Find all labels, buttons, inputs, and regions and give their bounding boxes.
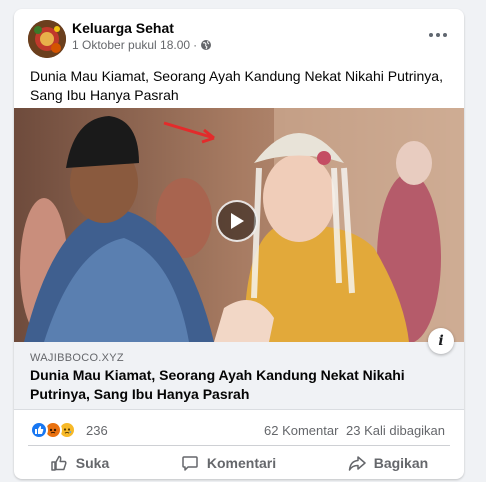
comment-label: Komentari [206, 455, 277, 471]
link-domain: WAJIBBOCO.XYZ [30, 352, 124, 364]
engagement-stats: 236 62 Komentar 23 Kali dibagikan [14, 419, 464, 441]
meta-separator: · [193, 38, 198, 52]
actions-divider [28, 445, 450, 446]
like-icon [30, 421, 48, 439]
post-meta: 1 Oktober pukul 18.00 · [72, 38, 212, 52]
like-label: Suka [75, 455, 110, 471]
page-avatar[interactable] [28, 20, 66, 58]
globe-icon [201, 40, 212, 50]
like-button[interactable]: Suka [40, 451, 119, 475]
page-name[interactable]: Keluarga Sehat [72, 20, 174, 36]
comment-icon [182, 456, 198, 471]
link-title[interactable]: Dunia Mau Kiamat, Seorang Ayah Kandung N… [30, 366, 440, 404]
play-button[interactable] [216, 200, 258, 242]
share-button[interactable]: Bagikan [338, 451, 438, 475]
link-preview[interactable]: WAJIBBOCO.XYZ Dunia Mau Kiamat, Seorang … [14, 328, 464, 410]
share-icon [348, 456, 366, 471]
post-timestamp[interactable]: 1 Oktober pukul 18.00 [72, 38, 190, 52]
dot-icon [436, 33, 440, 37]
post-media[interactable] [14, 108, 464, 342]
dot-icon [429, 33, 433, 37]
reaction-count[interactable]: 236 [86, 423, 108, 438]
play-icon [231, 213, 244, 229]
avatar-image [28, 20, 66, 58]
more-options-button[interactable] [426, 25, 450, 45]
share-label: Bagikan [373, 455, 429, 471]
info-icon[interactable]: i [428, 328, 454, 354]
thumbs-up-icon [51, 455, 67, 471]
share-count[interactable]: 23 Kali dibagikan [346, 423, 445, 438]
reaction-icons[interactable] [30, 421, 76, 439]
dot-icon [443, 33, 447, 37]
post-text: Dunia Mau Kiamat, Seorang Ayah Kandung N… [30, 68, 443, 103]
post-card: Keluarga Sehat 1 Oktober pukul 18.00 · D… [14, 9, 464, 479]
comment-button[interactable]: Komentari [171, 451, 286, 475]
comment-count[interactable]: 62 Komentar [264, 423, 338, 438]
post-header: Keluarga Sehat 1 Oktober pukul 18.00 · [14, 9, 464, 61]
post-actions: Suka Komentari Bagikan [14, 451, 464, 475]
